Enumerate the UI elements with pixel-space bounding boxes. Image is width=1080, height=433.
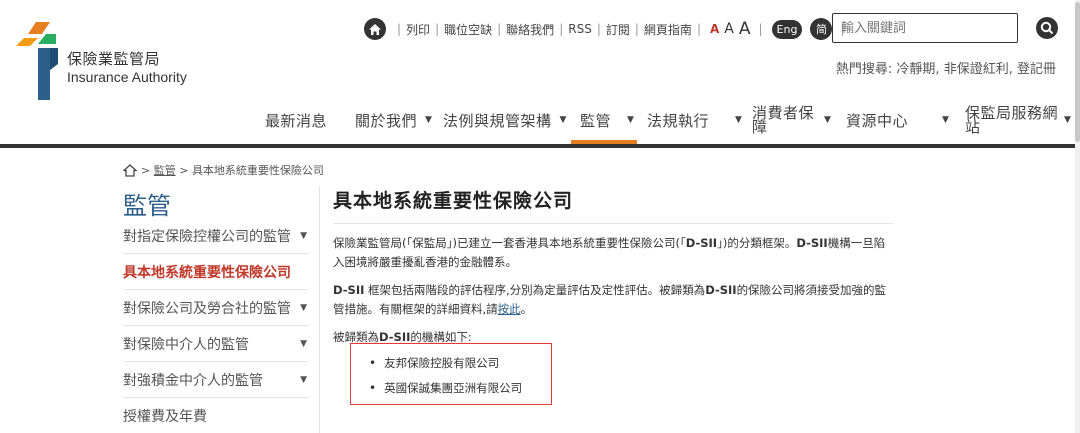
nav-label: 監管 bbox=[580, 111, 612, 130]
print-link[interactable]: 列印 bbox=[406, 21, 430, 38]
sidebar-item-mpf-intermediaries[interactable]: 對強積金中介人的監管 ▼ bbox=[123, 362, 309, 398]
sidebar-item-label: 對保險公司及勞合社的監管 bbox=[123, 300, 291, 317]
ia-logo[interactable]: 保險業監管局 Insurance Authority bbox=[16, 20, 206, 102]
intro-paragraph: 保險業監管局(「保監局」)已建立一套香港具本地系統重要性保險公司(「D-SII」… bbox=[333, 234, 893, 272]
sidebar-item-label: 對保險中介人的監管 bbox=[123, 336, 249, 353]
nav-label: 關於我們 bbox=[355, 111, 418, 130]
sidebar-item-label: 授權費及年費 bbox=[123, 408, 207, 425]
sidebar-item-dsii[interactable]: 具本地系統重要性保險公司 bbox=[123, 254, 309, 290]
text-run: D-SII bbox=[705, 283, 737, 297]
breadcrumb-current: 具本地系統重要性保險公司 bbox=[191, 164, 324, 177]
breadcrumb-parent-link[interactable]: 監管 bbox=[154, 162, 176, 178]
sidebar-item-label: 對指定保險控權公司的監管 bbox=[123, 228, 291, 245]
nav-divider bbox=[0, 144, 1080, 148]
nav-label: 障 bbox=[752, 118, 768, 136]
framework-paragraph: D-SII 框架包括兩階段的評估程序,分別為定量評估及定性評估。被歸類為D-SI… bbox=[333, 281, 893, 319]
chevron-down-icon[interactable]: ▼ bbox=[300, 339, 307, 349]
text-run: 。 bbox=[520, 302, 533, 316]
search-icon bbox=[1040, 21, 1054, 35]
nav-item-enforcement[interactable]: 法規執行 ▼ bbox=[647, 100, 742, 140]
nav-item-regulation[interactable]: 監管 ▼ bbox=[580, 100, 634, 140]
logo-english-name: Insurance Authority bbox=[67, 69, 187, 85]
chevron-down-icon: ▼ bbox=[559, 115, 567, 125]
font-size-small-button[interactable]: A bbox=[710, 22, 719, 36]
nav-item-about[interactable]: 關於我們 ▼ bbox=[355, 100, 432, 140]
site-guide-link[interactable]: 網頁指南 bbox=[644, 21, 692, 38]
english-language-button[interactable]: Eng bbox=[771, 19, 803, 39]
font-size-medium-button[interactable]: A bbox=[724, 21, 734, 37]
chevron-down-icon: ▼ bbox=[425, 115, 433, 125]
page-title: 具本地系統重要性保險公司 bbox=[333, 186, 893, 224]
home-icon[interactable] bbox=[123, 163, 137, 177]
popular-search-item[interactable]: 登記冊 bbox=[1017, 62, 1056, 77]
breadcrumb: > 監管 > 具本地系統重要性保險公司 bbox=[123, 162, 324, 178]
chevron-down-icon[interactable]: ▼ bbox=[300, 303, 307, 313]
subscribe-link[interactable]: 訂閱 bbox=[606, 21, 630, 38]
search-input[interactable] bbox=[833, 14, 1017, 42]
text-run: 的機構如下: bbox=[410, 330, 472, 344]
contact-link[interactable]: 聯絡我們 bbox=[506, 21, 554, 38]
sidebar-title: 監管 bbox=[123, 192, 171, 220]
chevron-down-icon: ▼ bbox=[1064, 115, 1072, 125]
nav-item-ia-portal[interactable]: 保監局服務網 站 ▼ bbox=[965, 100, 1071, 140]
popular-search-item[interactable]: 非保證紅利, bbox=[944, 62, 1013, 77]
chevron-down-icon: ▼ bbox=[735, 115, 743, 125]
popular-search-item[interactable]: 冷靜期, bbox=[896, 62, 939, 77]
rss-link[interactable]: RSS bbox=[568, 22, 592, 36]
main-nav: 最新消息 關於我們 ▼ 法例與規管架構 ▼ 監管 ▼ 法規執行 ▼ 消費者保 障… bbox=[0, 100, 1080, 145]
scrollbar-thumb[interactable] bbox=[1075, 2, 1080, 142]
breadcrumb-separator: > bbox=[141, 163, 151, 177]
column-divider bbox=[319, 186, 320, 433]
text-run: 框架包括兩階段的評估程序,分別為定量評估及定性評估。被歸類為 bbox=[364, 283, 706, 297]
simplified-chinese-button[interactable]: 简 bbox=[810, 18, 833, 40]
text-run: D-SII bbox=[333, 283, 365, 297]
nav-label: 最新消息 bbox=[265, 111, 328, 130]
nav-item-news[interactable]: 最新消息 bbox=[265, 100, 327, 140]
chevron-down-icon[interactable]: ▼ bbox=[300, 375, 307, 385]
nav-label: 法例與規管架構 bbox=[443, 111, 552, 130]
sidebar-menu: 對指定保險控權公司的監管 ▼ 具本地系統重要性保險公司 對保險公司及勞合社的監管… bbox=[123, 218, 309, 433]
sidebar-item-insurance-intermediaries[interactable]: 對保險中介人的監管 ▼ bbox=[123, 326, 309, 362]
search-button[interactable] bbox=[1036, 17, 1058, 39]
list-item: 友邦保險控股有限公司 bbox=[369, 350, 551, 375]
sidebar-item-fees[interactable]: 授權費及年費 bbox=[123, 398, 309, 433]
popular-searches: 熱門搜尋: 冷靜期, 非保證紅利, 登記冊 bbox=[836, 58, 1056, 77]
text-run: 」)的分類框架。 bbox=[717, 236, 797, 250]
chevron-down-icon: ▼ bbox=[942, 115, 950, 125]
popular-searches-label: 熱門搜尋: bbox=[835, 62, 893, 77]
main-content: 具本地系統重要性保險公司 保險業監管局(「保監局」)已建立一套香港具本地系統重要… bbox=[333, 186, 893, 347]
sidebar-item-label: 對強積金中介人的監管 bbox=[123, 372, 263, 389]
text-run: 被歸類為 bbox=[333, 330, 379, 344]
home-icon[interactable] bbox=[364, 18, 386, 40]
nav-item-resources[interactable]: 資源中心 ▼ bbox=[846, 100, 949, 140]
text-run: 保險業監管局(「保監局」)已建立一套香港具本地系統重要性保險公司(「 bbox=[333, 236, 686, 250]
logo-chinese-name: 保險業監管局 bbox=[67, 50, 161, 68]
nav-label: 站 bbox=[965, 118, 981, 136]
breadcrumb-separator: > bbox=[179, 163, 189, 177]
nav-label: 法規執行 bbox=[647, 111, 710, 130]
click-here-link[interactable]: 按此 bbox=[498, 302, 521, 316]
nav-item-consumer-protection[interactable]: 消費者保 障 ▼ bbox=[752, 100, 831, 140]
list-item: 英國保誠集團亞洲有限公司 bbox=[369, 375, 551, 400]
chevron-down-icon: ▼ bbox=[824, 115, 832, 125]
text-run: D-SII bbox=[796, 236, 828, 250]
sidebar-item-insurers-lloyds[interactable]: 對保險公司及勞合社的監管 ▼ bbox=[123, 290, 309, 326]
search-field bbox=[832, 13, 1018, 43]
chevron-down-icon: ▼ bbox=[627, 115, 635, 125]
nav-item-legislation[interactable]: 法例與規管架構 ▼ bbox=[443, 100, 567, 140]
font-size-large-button[interactable]: A bbox=[739, 19, 751, 39]
sidebar-item-label: 具本地系統重要性保險公司 bbox=[123, 264, 291, 281]
dsii-institution-list: 友邦保險控股有限公司 英國保誠集團亞洲有限公司 bbox=[350, 343, 552, 405]
sidebar-item-designated-holding-companies[interactable]: 對指定保險控權公司的監管 ▼ bbox=[123, 218, 309, 254]
nav-label: 資源中心 bbox=[846, 111, 909, 130]
logo-mark-icon bbox=[16, 22, 58, 100]
utility-bar: | 列印 | 職位空缺 | 聯絡我們 | RSS | 訂閱 | 網頁指南 | A… bbox=[364, 16, 850, 42]
text-run: D-SII bbox=[685, 236, 718, 250]
careers-link[interactable]: 職位空缺 bbox=[444, 21, 492, 38]
text-run: D-SII bbox=[379, 330, 411, 344]
chevron-down-icon[interactable]: ▼ bbox=[300, 231, 307, 241]
page-scrollbar[interactable] bbox=[1075, 0, 1080, 433]
